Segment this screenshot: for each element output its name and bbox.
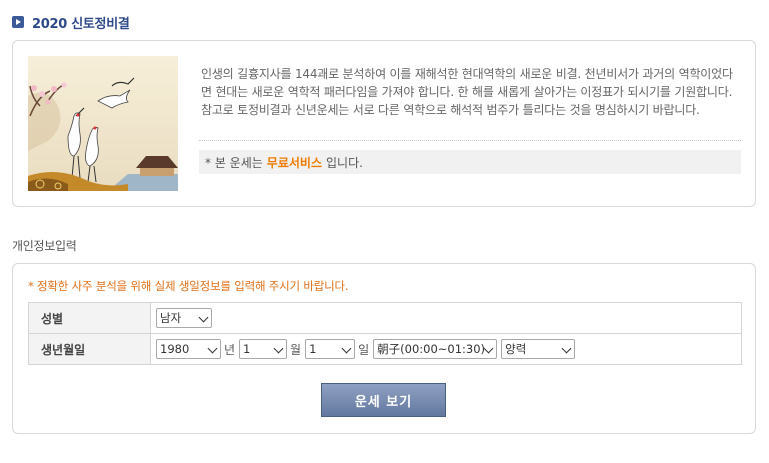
birthdate-row: 생년월일 1980 년 1 월 1 일 朝子(00:00~01:30) 양력 [28,333,742,365]
birthdate-cell: 1980 년 1 월 1 일 朝子(00:00~01:30) 양력 [150,333,742,365]
view-fortune-button[interactable]: 운세 보기 [321,383,446,417]
page-header: 2020 신토정비결 [12,12,130,32]
chevron-down-icon [341,343,352,354]
form-note: * 정확한 사주 분석을 위해 실제 생일정보를 입력해 주시기 바랍니다. [28,279,349,293]
free-service-notice: * 본 운세는 무료서비스 입니다. [199,150,741,174]
gender-row: 성별 남자 [28,302,742,334]
notice-prefix: * 본 운세는 [205,155,263,170]
calendar-type-select[interactable]: 양력 [501,339,576,359]
gender-cell: 남자 [150,302,742,334]
input-table: 성별 남자 생년월일 1980 년 1 월 1 일 朝子(00:00~01:30… [28,302,742,365]
gender-select[interactable]: 남자 [156,308,212,328]
personal-info-heading: 개인정보입력 [12,239,77,253]
calendar-type-select-value: 양력 [505,342,527,356]
month-select-value: 1 [243,342,251,356]
chevron-down-icon [207,343,218,354]
birth-hour-select[interactable]: 朝子(00:00~01:30) [373,339,498,359]
free-service-highlight: 무료서비스 [266,155,322,170]
chevron-down-icon [483,343,494,354]
year-select[interactable]: 1980 [156,339,221,359]
intro-description: 인생의 길흉지사를 144괘로 분석하여 이를 재해석한 현대역학의 새로운 비… [201,67,733,117]
birth-hour-select-value: 朝子(00:00~01:30) [377,342,486,356]
chevron-down-icon [273,343,284,354]
intro-box: 인생의 길흉지사를 144괘로 분석하여 이를 재해석한 현대역학의 새로운 비… [12,40,756,207]
gender-select-value: 남자 [160,311,182,325]
personal-info-form: * 정확한 사주 분석을 위해 실제 생일정보를 입력해 주시기 바랍니다. 성… [12,263,756,434]
month-unit: 월 [290,342,302,357]
day-select-value: 1 [309,342,317,356]
play-arrow-icon [12,16,24,28]
notice-suffix: 입니다. [326,155,363,170]
gender-label: 성별 [28,302,151,334]
chevron-down-icon [198,312,209,323]
year-select-value: 1980 [160,342,190,356]
birthdate-label: 생년월일 [28,333,151,365]
page-title: 2020 신토정비결 [32,16,130,32]
chevron-down-icon [561,343,572,354]
day-unit: 일 [358,342,370,357]
month-select[interactable]: 1 [239,339,288,359]
dotted-divider [199,140,741,141]
crane-illustration [28,56,178,191]
day-select[interactable]: 1 [305,339,356,359]
year-unit: 년 [224,342,236,357]
